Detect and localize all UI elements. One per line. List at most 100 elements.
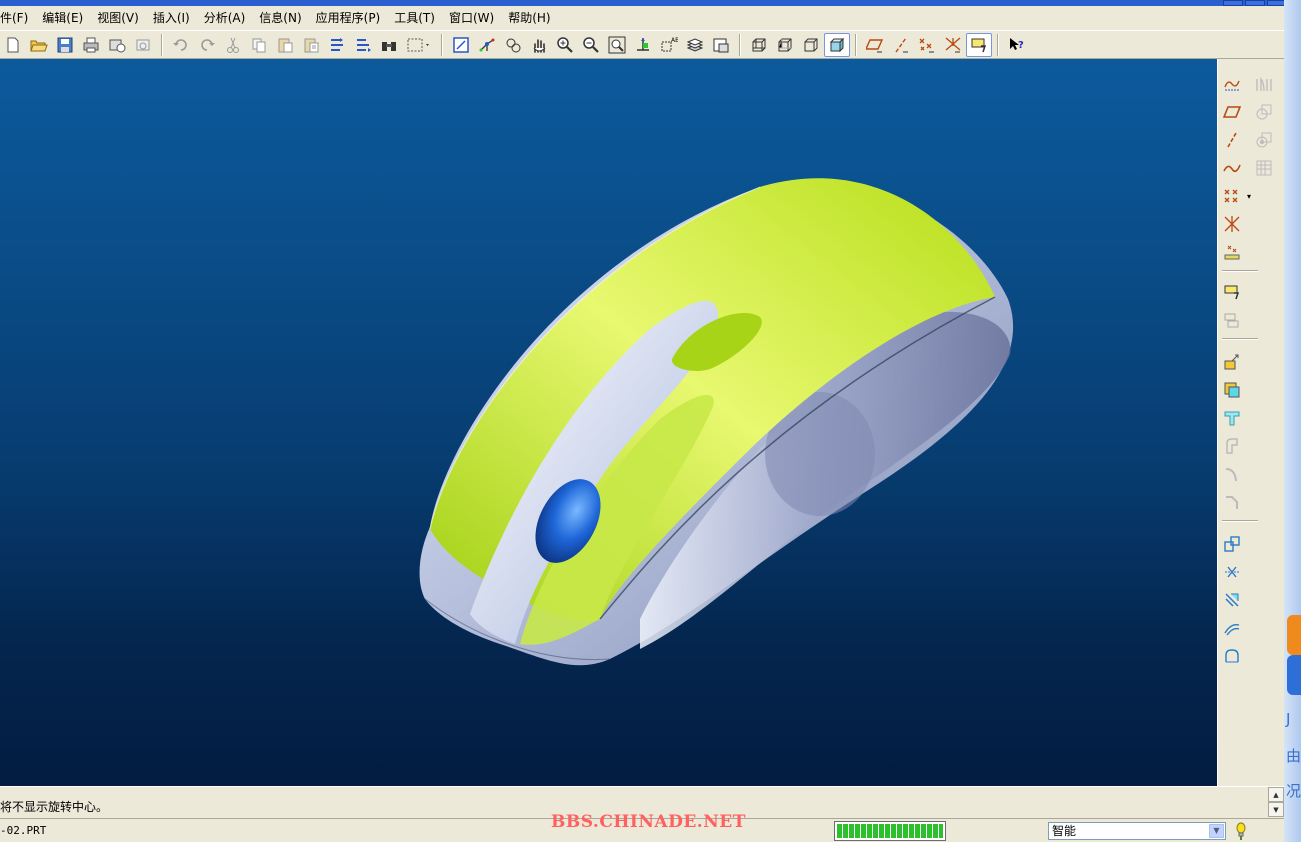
orient-mode-icon [506,38,521,52]
view-manager-button[interactable] [708,33,734,57]
copy-button[interactable] [246,33,272,57]
menu-window[interactable]: 窗口(W) [449,9,502,26]
chamfer-button[interactable] [1220,490,1244,514]
copy-geometry-icon [1256,104,1272,120]
round-button[interactable] [1220,462,1244,486]
trim-button[interactable] [1220,588,1244,612]
thicken-button[interactable] [1252,156,1276,180]
analysis-feature-button[interactable] [1220,240,1244,264]
analysis-feature-icon [1224,245,1240,260]
datum-curve-button[interactable] [1220,156,1244,180]
menu-file[interactable]: 件(F) [0,9,36,26]
selection-box-button[interactable] [402,33,436,57]
insert-revolve-button[interactable] [1220,378,1244,402]
shading-button[interactable] [824,32,850,57]
extend-icon [1224,623,1240,636]
datum-planes-toggle[interactable] [862,33,888,57]
regen-progress-bar [834,821,946,841]
send-mail-icon [109,39,126,52]
lightbulb-icon[interactable] [1232,820,1250,842]
regen-manager-button[interactable] [350,33,376,57]
find-button[interactable] [376,33,402,57]
graphics-viewport[interactable] [0,59,1217,786]
cut-button[interactable] [220,33,246,57]
desktop-app-shortcut[interactable] [1287,655,1301,695]
mouse-model-3d[interactable] [0,59,1217,786]
whats-this-help-button[interactable]: ? [1004,33,1030,57]
menu-applications[interactable]: 应用程序(P) [316,9,389,26]
repaint-button[interactable] [448,33,474,57]
scroll-down-button[interactable]: ▼ [1268,802,1284,817]
menu-insert[interactable]: 插入(I) [153,9,198,26]
shrinkwrap-icon [1256,132,1272,148]
hidden-line-button[interactable] [772,33,798,57]
datum-axis-button[interactable] [1220,128,1244,152]
mirror-button[interactable] [1220,532,1244,556]
save-button[interactable] [52,33,78,57]
wireframe-button[interactable] [746,33,772,57]
extend-button[interactable] [1220,616,1244,640]
orient-mode-button[interactable] [500,33,526,57]
sketch-button[interactable] [1220,72,1244,96]
annotation-toggle[interactable] [966,32,992,57]
zoom-in-button[interactable] [552,33,578,57]
selection-filter-select[interactable]: 智能 ▼ [1048,822,1226,840]
redo-button[interactable] [194,33,220,57]
menu-view[interactable]: 视图(V) [97,9,147,26]
menu-analysis[interactable]: 分析(A) [204,9,254,26]
datum-axes-toggle[interactable] [888,33,914,57]
paste-button[interactable] [272,33,298,57]
paste-special-button[interactable] [298,33,324,57]
offset-icon [1225,649,1239,663]
boundary-blend-button[interactable] [1220,434,1244,458]
pan-button[interactable] [526,33,552,57]
send-mail-button[interactable] [104,33,130,57]
datum-plane-button[interactable] [1220,100,1244,124]
datum-axis-icon [1227,132,1237,148]
annotation-element-button[interactable] [1220,308,1244,332]
desktop-app-shortcut[interactable] [1287,615,1301,655]
chevron-down-icon[interactable]: ▼ [1209,824,1224,838]
datum-point-button[interactable] [1220,184,1244,208]
open-button[interactable] [26,33,52,57]
layers-button[interactable] [682,33,708,57]
regenerate-button[interactable] [324,33,350,57]
desktop-glyph: J [1286,710,1291,728]
insert-extrude-button[interactable] [1220,350,1244,374]
scroll-up-button[interactable]: ▲ [1268,787,1284,802]
paste-icon [278,38,293,52]
reorient-button[interactable] [630,33,656,57]
datum-points-toggle[interactable] [914,33,940,57]
close-window-button[interactable] [130,33,156,57]
menu-tools[interactable]: 工具(T) [394,9,443,26]
new-file-button[interactable] [0,33,26,57]
menu-edit[interactable]: 编辑(E) [42,9,91,26]
print-button[interactable] [78,33,104,57]
whats-this-help-icon: ? [1010,37,1024,51]
variable-section-sweep-button[interactable] [1220,406,1244,430]
copy-geometry-button[interactable] [1252,100,1276,124]
coord-systems-toggle[interactable] [940,33,966,57]
undo-button[interactable] [168,33,194,57]
shrinkwrap-button[interactable] [1252,128,1276,152]
datum-point-flyout[interactable]: ▾ [1244,184,1254,208]
refit-button[interactable] [604,33,630,57]
pattern-button[interactable] [1252,72,1276,96]
zoom-out-button[interactable] [578,33,604,57]
message-scrollbar[interactable]: ▲ ▼ [1268,787,1284,817]
merge-button[interactable] [1220,560,1244,584]
annotation-feature-button[interactable] [1220,280,1244,304]
spin-center-button[interactable] [474,33,500,57]
no-hidden-button[interactable] [798,33,824,57]
menu-info[interactable]: 信息(N) [259,9,309,26]
datum-points-icon [919,38,934,52]
pattern-icon [1256,77,1272,92]
new-file-icon [7,37,19,52]
menu-help[interactable]: 帮助(H) [508,9,558,26]
datum-planes-icon [866,38,884,52]
coordinate-system-button[interactable] [1220,212,1244,236]
saved-views-button[interactable]: AB [656,33,682,57]
offset-button[interactable] [1220,644,1244,668]
datum-axes-icon [895,37,908,52]
paste-special-icon [304,38,319,52]
